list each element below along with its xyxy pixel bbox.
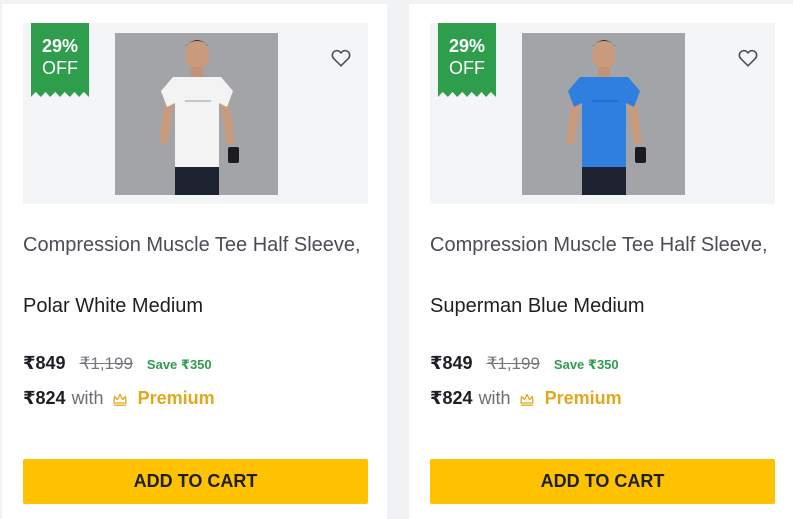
with-text: with bbox=[478, 388, 511, 408]
crown-icon bbox=[519, 393, 534, 406]
premium-label[interactable]: Premium bbox=[545, 388, 622, 409]
add-to-cart-button[interactable]: ADD TO CART bbox=[430, 459, 775, 504]
discount-off-label: OFF bbox=[42, 58, 78, 78]
product-card[interactable]: 29% OFF Compression Muscle Tee Half Slee… bbox=[2, 4, 387, 519]
product-variant[interactable]: Polar White Medium bbox=[23, 295, 203, 318]
with-text: with bbox=[71, 388, 104, 408]
original-price: ₹1,199 bbox=[79, 354, 133, 373]
discount-badge: 29% OFF bbox=[31, 23, 89, 97]
premium-price-row: ₹824 with Premium bbox=[430, 388, 622, 409]
discount-badge: 29% OFF bbox=[438, 23, 496, 97]
product-title[interactable]: Compression Muscle Tee Half Sleeve, bbox=[23, 230, 363, 260]
crown-icon bbox=[112, 393, 127, 406]
product-title[interactable]: Compression Muscle Tee Half Sleeve, bbox=[430, 230, 770, 260]
premium-price: ₹824 bbox=[430, 388, 473, 408]
heart-icon[interactable] bbox=[737, 47, 759, 69]
discount-percent: 29% bbox=[448, 36, 486, 56]
product-image-area[interactable]: 29% OFF bbox=[23, 23, 368, 204]
selling-price: ₹849 bbox=[23, 353, 66, 373]
savings-label: Save ₹350 bbox=[553, 357, 619, 372]
product-photo[interactable] bbox=[522, 33, 685, 195]
premium-price: ₹824 bbox=[23, 388, 66, 408]
product-image-area[interactable]: 29% OFF bbox=[430, 23, 775, 204]
premium-label[interactable]: Premium bbox=[138, 388, 215, 409]
product-photo[interactable] bbox=[115, 33, 278, 195]
original-price: ₹1,199 bbox=[486, 354, 540, 373]
premium-price-row: ₹824 with Premium bbox=[23, 388, 215, 409]
product-card[interactable]: 29% OFF Compression Muscle Tee Half Slee… bbox=[409, 4, 793, 519]
selling-price: ₹849 bbox=[430, 353, 473, 373]
discount-percent: 29% bbox=[41, 36, 79, 56]
price-row: ₹849 ₹1,199 Save ₹350 bbox=[23, 353, 212, 374]
discount-off-label: OFF bbox=[449, 58, 485, 78]
product-variant[interactable]: Superman Blue Medium bbox=[430, 295, 645, 318]
heart-icon[interactable] bbox=[330, 47, 352, 69]
add-to-cart-button[interactable]: ADD TO CART bbox=[23, 459, 368, 504]
price-row: ₹849 ₹1,199 Save ₹350 bbox=[430, 353, 619, 374]
savings-label: Save ₹350 bbox=[146, 357, 212, 372]
